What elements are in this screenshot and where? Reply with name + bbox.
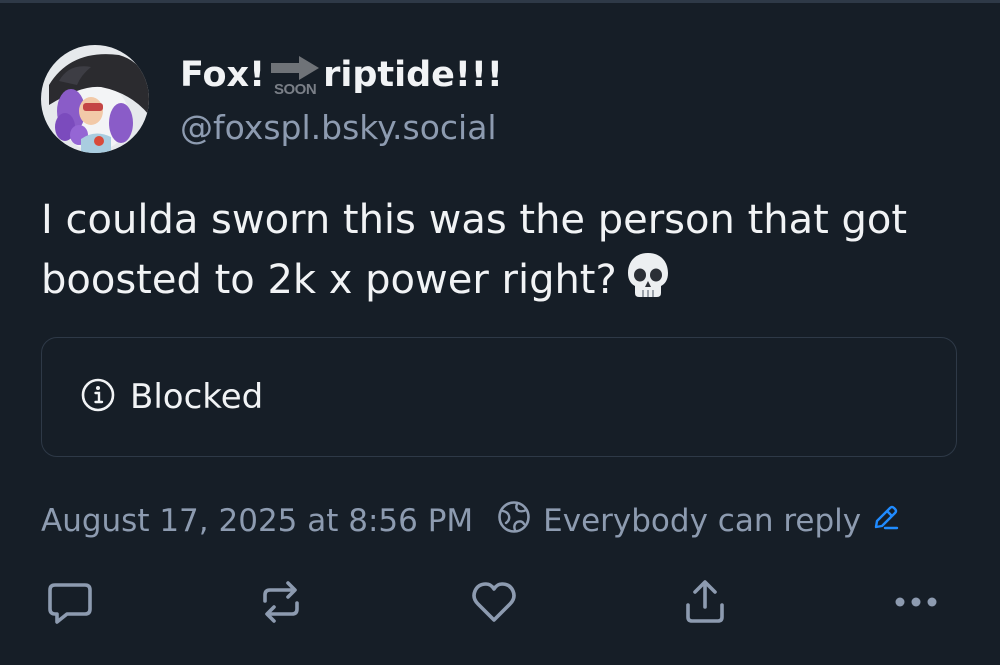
post-text: I coulda sworn this was the person that … [41,197,908,303]
info-icon [80,377,116,417]
avatar[interactable] [41,45,149,153]
top-divider [0,0,1000,3]
pencil-icon[interactable] [871,502,901,540]
globe-icon [497,500,531,542]
reply-button[interactable] [42,574,98,630]
more-options-button[interactable] [888,574,944,630]
soon-badge-text: SOON [273,81,317,98]
reply-setting[interactable]: Everybody can reply [543,503,861,539]
repost-icon [263,581,299,623]
display-name-part2: riptide!!! [323,55,503,95]
repost-button[interactable] [253,574,309,630]
post-meta: August 17, 2025 at 8:56 PM Everybody can… [41,498,901,544]
heart-icon [472,582,516,622]
display-name-part1: Fox! [180,55,266,95]
blocked-label: Blocked [130,377,264,417]
post-body: I coulda sworn this was the person that … [41,190,961,316]
share-icon [686,580,724,623]
arrow-right-icon: SOON [269,52,321,98]
like-button[interactable] [466,574,522,630]
ellipsis-icon [895,597,937,607]
skull-emoji [625,251,671,316]
author-handle[interactable]: @foxspl.bsky.social [180,108,497,147]
post-timestamp: August 17, 2025 at 8:56 PM [41,503,474,539]
speech-bubble-icon [48,583,92,624]
author-display-name[interactable]: Fox! SOON riptide!!! [180,50,503,100]
post-actions [0,574,1000,630]
share-button[interactable] [677,574,733,630]
blocked-embed: Blocked [41,337,957,457]
